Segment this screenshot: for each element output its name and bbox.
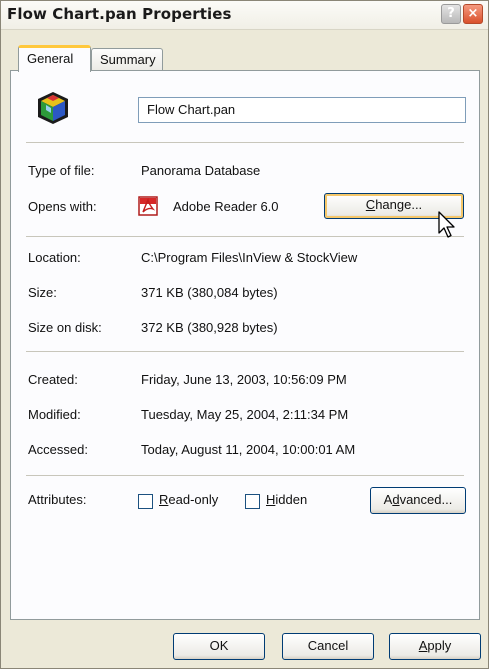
change-button-accel: C	[365, 197, 376, 212]
help-button[interactable]: ?	[441, 4, 461, 24]
separator	[26, 236, 464, 237]
location-label: Location:	[28, 250, 81, 265]
apply-button[interactable]: Apply	[389, 633, 481, 660]
created-value: Friday, June 13, 2003, 10:56:09 PM	[141, 372, 347, 387]
apply-rest: pply	[427, 638, 452, 653]
separator	[26, 142, 464, 143]
hidden-accel: H	[266, 492, 276, 507]
attributes-label: Attributes:	[28, 492, 87, 507]
type-of-file-value: Panorama Database	[141, 163, 261, 178]
read-only-accel: R	[159, 492, 169, 507]
tab-summary[interactable]: Summary	[91, 48, 163, 70]
type-of-file-label: Type of file:	[28, 163, 95, 178]
hidden-checkbox[interactable]	[245, 494, 260, 509]
size-on-disk-value: 372 KB (380,928 bytes)	[141, 320, 278, 335]
hidden-rest: idden	[275, 492, 308, 507]
cancel-button[interactable]: Cancel	[282, 633, 374, 660]
window-title: Flow Chart.pan Properties	[7, 5, 232, 23]
opens-with-label: Opens with:	[28, 199, 97, 214]
title-bar[interactable]: Flow Chart.pan Properties ? ×	[1, 1, 488, 30]
hidden-label[interactable]: Hidden	[266, 492, 307, 507]
help-icon: ?	[447, 6, 455, 21]
change-button-label: hange...	[375, 197, 423, 212]
read-only-rest: ead-only	[168, 492, 219, 507]
ok-button[interactable]: OK	[173, 633, 265, 660]
read-only-label[interactable]: Read-only	[159, 492, 218, 507]
close-icon: ×	[467, 6, 479, 21]
accessed-value: Today, August 11, 2004, 10:00:01 AM	[141, 442, 356, 457]
size-on-disk-label: Size on disk:	[28, 320, 102, 335]
file-type-icon	[38, 92, 68, 124]
separator	[26, 351, 464, 352]
advanced-button[interactable]: Advanced...	[370, 487, 466, 514]
advanced-post: vanced...	[399, 492, 453, 507]
opens-with-value: Adobe Reader 6.0	[173, 199, 279, 214]
modified-value: Tuesday, May 25, 2004, 2:11:34 PM	[141, 407, 349, 422]
size-label: Size:	[28, 285, 57, 300]
modified-label: Modified:	[28, 407, 81, 422]
general-tab-panel	[10, 70, 480, 620]
mouse-pointer-icon	[438, 211, 455, 238]
close-button[interactable]: ×	[463, 4, 483, 24]
separator	[26, 475, 464, 476]
adobe-reader-icon	[138, 196, 158, 216]
properties-dialog: Flow Chart.pan Properties ? × Summary Ge…	[0, 0, 489, 669]
tab-general[interactable]: General	[18, 45, 91, 72]
location-value: C:\Program Files\InView & StockView	[141, 250, 358, 265]
accessed-label: Accessed:	[28, 442, 88, 457]
size-value: 371 KB (380,084 bytes)	[141, 285, 278, 300]
created-label: Created:	[28, 372, 78, 387]
advanced-accel: d	[392, 492, 400, 507]
read-only-checkbox[interactable]	[138, 494, 153, 509]
file-name-field[interactable]: Flow Chart.pan	[138, 97, 466, 123]
